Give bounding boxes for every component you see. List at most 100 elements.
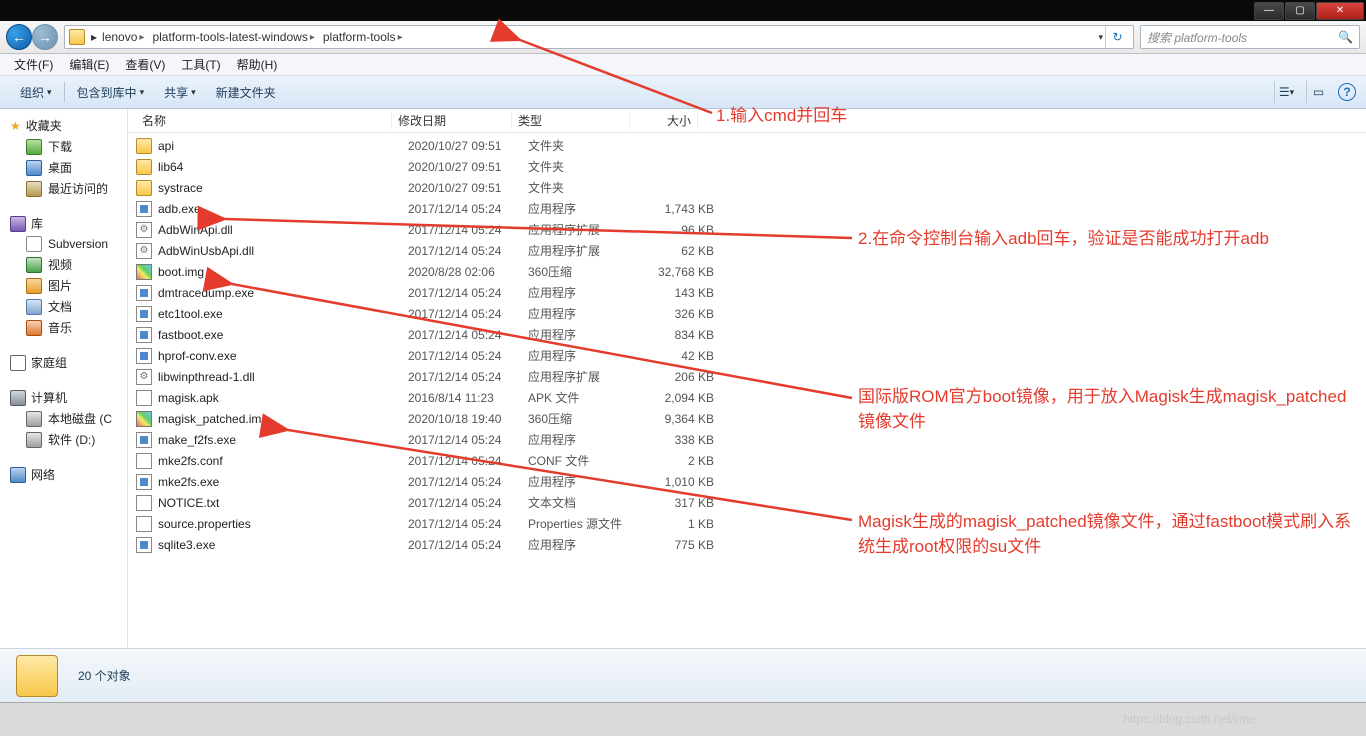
sidebar-item-recent[interactable]: 最近访问的 [0,178,127,199]
network-icon [10,467,26,483]
file-row[interactable]: adb.exe2017/12/14 05:24应用程序1,743 KB [128,198,1366,219]
file-row[interactable]: libwinpthread-1.dll2017/12/14 05:24应用程序扩… [128,366,1366,387]
file-icon [136,432,152,448]
file-row[interactable]: fastboot.exe2017/12/14 05:24应用程序834 KB [128,324,1366,345]
file-type: Properties 源文件 [528,515,646,532]
close-button[interactable]: ✕ [1316,2,1364,20]
sidebar-item-subversion[interactable]: Subversion [0,234,127,254]
search-input[interactable]: 搜索 platform-tools 🔍 [1140,25,1360,49]
file-date: 2017/12/14 05:24 [408,370,528,384]
menu-file[interactable]: 文件(F) [6,54,61,75]
col-date[interactable]: 修改日期 [392,112,512,129]
file-row[interactable]: systrace2020/10/27 09:51文件夹 [128,177,1366,198]
cmd-include[interactable]: 包含到库中 ▾ [67,81,155,104]
sidebar-computer[interactable]: 计算机 [0,387,127,408]
view-mode-button[interactable]: ☰ ▾ [1274,81,1298,103]
file-name: dmtracedump.exe [158,286,408,300]
file-row[interactable]: make_f2fs.exe2017/12/14 05:24应用程序338 KB [128,429,1366,450]
file-row[interactable]: etc1tool.exe2017/12/14 05:24应用程序326 KB [128,303,1366,324]
file-type: 应用程序 [528,536,646,553]
col-size[interactable]: 大小 [630,112,698,129]
file-type: 文件夹 [528,179,646,196]
file-name: AdbWinUsbApi.dll [158,244,408,258]
refresh-button[interactable]: ↻ [1105,26,1129,48]
sidebar-libraries[interactable]: 库 [0,213,127,234]
file-row[interactable]: api2020/10/27 09:51文件夹 [128,135,1366,156]
window-titlebar: — ▢ ✕ [0,0,1366,21]
file-size: 1,743 KB [646,202,714,216]
sidebar-item-drive-c[interactable]: 本地磁盘 (C [0,408,127,429]
file-icon [136,327,152,343]
cmd-organize[interactable]: 组织 ▾ [10,81,62,104]
file-type: 文件夹 [528,137,646,154]
file-name: make_f2fs.exe [158,433,408,447]
file-type: 应用程序 [528,326,646,343]
file-row[interactable]: mke2fs.conf2017/12/14 05:24CONF 文件2 KB [128,450,1366,471]
menu-view[interactable]: 查看(V) [117,54,173,75]
folder-icon [16,655,58,697]
file-name: magisk_patched.img [158,412,408,426]
file-row[interactable]: AdbWinApi.dll2017/12/14 05:24应用程序扩展96 KB [128,219,1366,240]
col-type[interactable]: 类型 [512,112,630,129]
file-date: 2017/12/14 05:24 [408,244,528,258]
file-type: 应用程序扩展 [528,242,646,259]
music-icon [26,320,42,336]
help-button[interactable]: ? [1338,83,1356,101]
file-type: 应用程序 [528,305,646,322]
menu-help[interactable]: 帮助(H) [229,54,286,75]
col-name[interactable]: 名称 [136,112,392,129]
file-date: 2017/12/14 05:24 [408,202,528,216]
file-date: 2017/12/14 05:24 [408,496,528,510]
file-row[interactable]: boot.img2020/8/28 02:06360压缩32,768 KB [128,261,1366,282]
sidebar-item-desktop[interactable]: 桌面 [0,157,127,178]
chevron-right-icon: ▸ [91,30,97,44]
preview-pane-button[interactable]: ▭ [1306,81,1330,103]
dropdown-icon[interactable]: ▾ [1098,32,1103,43]
sidebar-homegroup[interactable]: 家庭组 [0,352,127,373]
sidebar-item-documents[interactable]: 文档 [0,296,127,317]
file-type: CONF 文件 [528,452,646,469]
file-row[interactable]: NOTICE.txt2017/12/14 05:24文本文档317 KB [128,492,1366,513]
file-date: 2017/12/14 05:24 [408,454,528,468]
column-header[interactable]: 名称 修改日期 类型 大小 [128,109,1366,133]
file-row[interactable]: magisk_patched.img2020/10/18 19:40360压缩9… [128,408,1366,429]
file-row[interactable]: source.properties2017/12/14 05:24Propert… [128,513,1366,534]
file-row[interactable]: mke2fs.exe2017/12/14 05:24应用程序1,010 KB [128,471,1366,492]
sidebar-favorites[interactable]: ★收藏夹 [0,115,127,136]
pictures-icon [26,278,42,294]
maximize-button[interactable]: ▢ [1285,2,1315,20]
file-type: 应用程序 [528,473,646,490]
file-row[interactable]: sqlite3.exe2017/12/14 05:24应用程序775 KB [128,534,1366,555]
nav-back-button[interactable]: ← [6,24,32,50]
file-icon [136,474,152,490]
breadcrumb-seg-0[interactable]: lenovo▸ [99,30,147,44]
sidebar-item-downloads[interactable]: 下载 [0,136,127,157]
file-row[interactable]: dmtracedump.exe2017/12/14 05:24应用程序143 K… [128,282,1366,303]
file-type: 应用程序扩展 [528,221,646,238]
sidebar-network[interactable]: 网络 [0,464,127,485]
cmd-newfolder[interactable]: 新建文件夹 [206,81,286,104]
file-row[interactable]: lib642020/10/27 09:51文件夹 [128,156,1366,177]
recent-icon [26,181,42,197]
file-row[interactable]: hprof-conv.exe2017/12/14 05:24应用程序42 KB [128,345,1366,366]
sidebar-item-pictures[interactable]: 图片 [0,275,127,296]
file-size: 96 KB [646,223,714,237]
minimize-button[interactable]: — [1254,2,1284,20]
breadcrumb-seg-1[interactable]: platform-tools-latest-windows▸ [149,30,317,44]
file-row[interactable]: magisk.apk2016/8/14 11:23APK 文件2,094 KB [128,387,1366,408]
file-row[interactable]: AdbWinUsbApi.dll2017/12/14 05:24应用程序扩展62… [128,240,1366,261]
file-type: APK 文件 [528,389,646,406]
nav-forward-button[interactable]: → [32,24,58,50]
sidebar-item-video[interactable]: 视频 [0,254,127,275]
address-bar[interactable]: ▸ lenovo▸ platform-tools-latest-windows▸… [64,25,1134,49]
sidebar-item-music[interactable]: 音乐 [0,317,127,338]
file-date: 2017/12/14 05:24 [408,349,528,363]
sidebar-item-drive-d[interactable]: 软件 (D:) [0,429,127,450]
menu-edit[interactable]: 编辑(E) [61,54,117,75]
file-date: 2017/12/14 05:24 [408,286,528,300]
file-icon [136,222,152,238]
cmd-share[interactable]: 共享 ▾ [154,81,206,104]
file-icon [136,264,152,280]
menu-tools[interactable]: 工具(T) [173,54,228,75]
breadcrumb-seg-2[interactable]: platform-tools▸ [320,30,406,44]
